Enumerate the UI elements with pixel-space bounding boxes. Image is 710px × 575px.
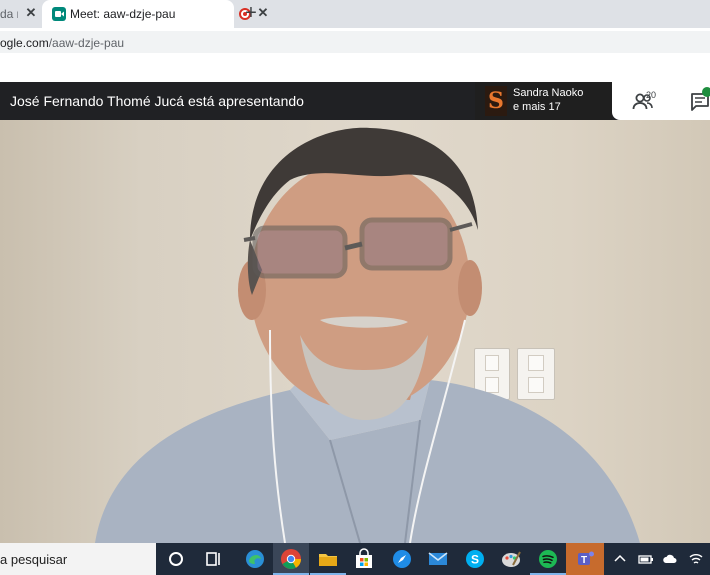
url-text: ogle.com/aaw-dzje-pau [0,36,124,50]
safari-like-icon[interactable] [390,547,414,571]
store-icon[interactable] [352,547,376,571]
spotify-icon[interactable] [536,547,560,571]
presenting-banner: José Fernando Thomé Jucá está apresentan… [10,93,304,109]
tab-title: da re [0,7,18,21]
taskbar-search-box[interactable]: a pesquisar [0,543,156,575]
url-host: ogle.com [0,36,49,50]
battery-icon[interactable] [638,551,654,567]
url-path: /aaw-dzje-pau [48,36,125,50]
file-explorer-icon[interactable] [316,547,340,571]
wifi-icon[interactable] [688,551,704,567]
tab-title: Meet: aaw-dzje-pau [70,7,176,21]
taskbar-search-placeholder: a pesquisar [0,552,68,567]
edge-icon[interactable] [243,547,267,571]
address-bar: ogle.com/aaw-dzje-pau [0,28,710,56]
tab-meet[interactable]: Meet: aaw-dzje-pau ✕ [42,0,268,28]
svg-text:S: S [471,553,479,567]
chevron-up-icon[interactable] [612,551,628,567]
cortana-icon[interactable] [164,547,188,571]
speaker-more: e mais 17 [513,101,561,113]
presenter-figure [95,127,640,543]
chrome-icon[interactable] [279,547,303,571]
omnibox[interactable]: ogle.com/aaw-dzje-pau [0,31,710,53]
new-tab-button[interactable]: + [242,3,260,23]
tab-previous[interactable]: da re ✕ [0,0,42,28]
mail-icon[interactable] [426,547,450,571]
tab-strip: da re ✕ Meet: aaw-dzje-pau ✕ + [0,0,710,28]
speaker-name: Sandra Naoko [513,87,584,99]
page-gap [0,56,710,82]
task-view-icon[interactable] [202,547,226,571]
teams-icon[interactable]: T [573,547,597,571]
close-icon[interactable]: ✕ [24,6,38,20]
presenter-video [0,120,710,543]
paint-icon[interactable] [499,547,523,571]
meet-favicon-icon [52,7,66,21]
cloud-icon[interactable] [662,551,678,567]
svg-text:T: T [581,555,587,566]
windows-taskbar: a pesquisar S T [0,543,710,575]
participant-count: 20 [646,90,657,100]
chat-badge [702,87,710,97]
skype-icon[interactable]: S [463,547,487,571]
speaker-avatar: S [485,86,507,116]
